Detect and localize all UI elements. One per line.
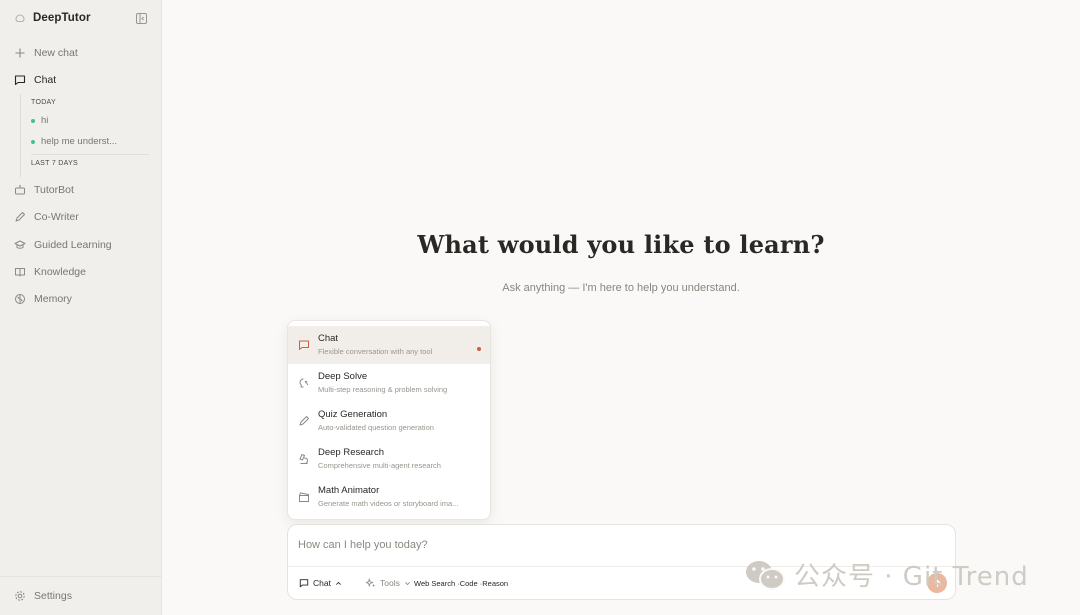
new-chat-label: New chat — [34, 47, 78, 59]
tools-button[interactable]: Tools — [366, 578, 411, 588]
sidebar-item-label: TutorBot — [34, 184, 74, 196]
mode-option-title: Math Animator — [318, 485, 380, 496]
status-dot — [31, 118, 35, 123]
sidebar-item-tutorbot[interactable]: TutorBot — [14, 184, 74, 196]
history-divider — [31, 154, 149, 155]
new-chat-button[interactable]: New chat — [14, 47, 78, 59]
sidebar-item-label: Co-Writer — [34, 211, 79, 223]
sidebar-item-label: Guided Learning — [34, 239, 112, 251]
graduation-cap-icon — [14, 240, 26, 249]
chat-bubble-icon — [299, 340, 309, 350]
mode-option-title: Chat — [318, 333, 339, 344]
sidebar-item-chat[interactable]: Chat — [14, 74, 56, 86]
sidebar: DeepTutor New chat Chat TODAY hi help me… — [0, 0, 162, 615]
mode-option-title: Deep Solve — [318, 371, 368, 382]
mode-option-deep-solve[interactable]: Deep Solve Multi-step reasoning & proble… — [288, 364, 490, 402]
tools-label: Tools — [380, 578, 400, 588]
watermark-text: 公众号 · Git Trend — [794, 562, 1029, 592]
mode-option-desc: Auto-validated question generation — [318, 423, 434, 432]
brain-logo-icon — [15, 14, 25, 22]
selected-indicator — [477, 347, 481, 351]
gear-icon — [15, 591, 25, 601]
brain-icon — [299, 378, 309, 388]
mode-option-title: Quiz Generation — [318, 409, 388, 420]
brain-icon — [15, 294, 25, 304]
mode-selector-button[interactable]: Chat — [299, 578, 342, 588]
sidebar-item-memory[interactable]: Memory — [14, 293, 72, 305]
settings-button[interactable]: Settings — [14, 590, 72, 602]
watermark: 公众号 · Git Trend — [744, 556, 1029, 593]
enabled-tools-summary: Web Search ·Code ·Reason — [414, 579, 509, 588]
sidebar-item-label: Memory — [34, 293, 72, 305]
brand[interactable]: DeepTutor — [14, 12, 91, 24]
book-icon — [15, 268, 25, 277]
mode-selector-label: Chat — [313, 578, 331, 588]
mode-option-chat[interactable]: Chat Flexible conversation with any tool — [288, 326, 490, 364]
history-item-label: help me underst... — [41, 136, 118, 147]
settings-label: Settings — [34, 590, 72, 602]
history-group-last7: LAST 7 DAYS — [31, 160, 79, 167]
app-name: DeepTutor — [33, 12, 91, 24]
chat-bubble-icon — [14, 75, 26, 86]
sidebar-item-co-writer[interactable]: Co-Writer — [14, 211, 79, 223]
history-item[interactable]: hi — [31, 115, 48, 126]
settings-section: Settings — [0, 576, 162, 615]
history-group-today: TODAY — [31, 99, 56, 106]
mode-option-desc: Comprehensive multi-agent research — [318, 461, 441, 470]
chevron-up-icon — [336, 581, 341, 585]
sparkles-icon — [366, 578, 376, 588]
robot-icon — [15, 184, 25, 195]
mode-option-deep-research[interactable]: Deep Research Comprehensive multi-agent … — [288, 440, 490, 478]
clapperboard-icon — [299, 492, 310, 502]
sidebar-item-knowledge[interactable]: Knowledge — [14, 266, 86, 278]
wechat-icon — [746, 560, 785, 590]
chevron-down-icon — [404, 581, 410, 585]
page-subtitle: Ask anything — I'm here to help you unde… — [502, 282, 740, 294]
mode-option-desc: Generate math videos or storyboard ima..… — [318, 499, 459, 508]
mode-option-desc: Flexible conversation with any tool — [318, 347, 433, 356]
mode-option-math-animator[interactable]: Math Animator Generate math videos or st… — [288, 478, 490, 516]
page-title: What would you like to learn? — [417, 230, 825, 259]
mode-option-quiz-generation[interactable]: Quiz Generation Auto-validated question … — [288, 402, 490, 440]
sidebar-collapse-icon[interactable] — [136, 13, 147, 24]
history-item-label: hi — [41, 115, 49, 126]
microscope-icon — [299, 453, 309, 464]
sidebar-item-label: Knowledge — [34, 266, 86, 278]
pen-icon — [299, 416, 309, 426]
chat-history: TODAY hi help me underst... LAST 7 DAYS — [20, 94, 150, 177]
plus-icon — [15, 48, 25, 58]
status-dot — [31, 139, 35, 144]
pen-icon — [15, 212, 25, 222]
message-input[interactable] — [298, 536, 898, 554]
history-item[interactable]: help me underst... — [31, 136, 117, 147]
sidebar-item-guided-learning[interactable]: Guided Learning — [14, 239, 112, 251]
mode-option-desc: Multi-step reasoning & problem solving — [318, 385, 448, 394]
chat-bubble-icon — [299, 579, 309, 588]
mode-menu: Chat Flexible conversation with any tool… — [287, 320, 491, 520]
sidebar-item-label: Chat — [34, 74, 57, 86]
mode-option-title: Deep Research — [318, 447, 385, 458]
